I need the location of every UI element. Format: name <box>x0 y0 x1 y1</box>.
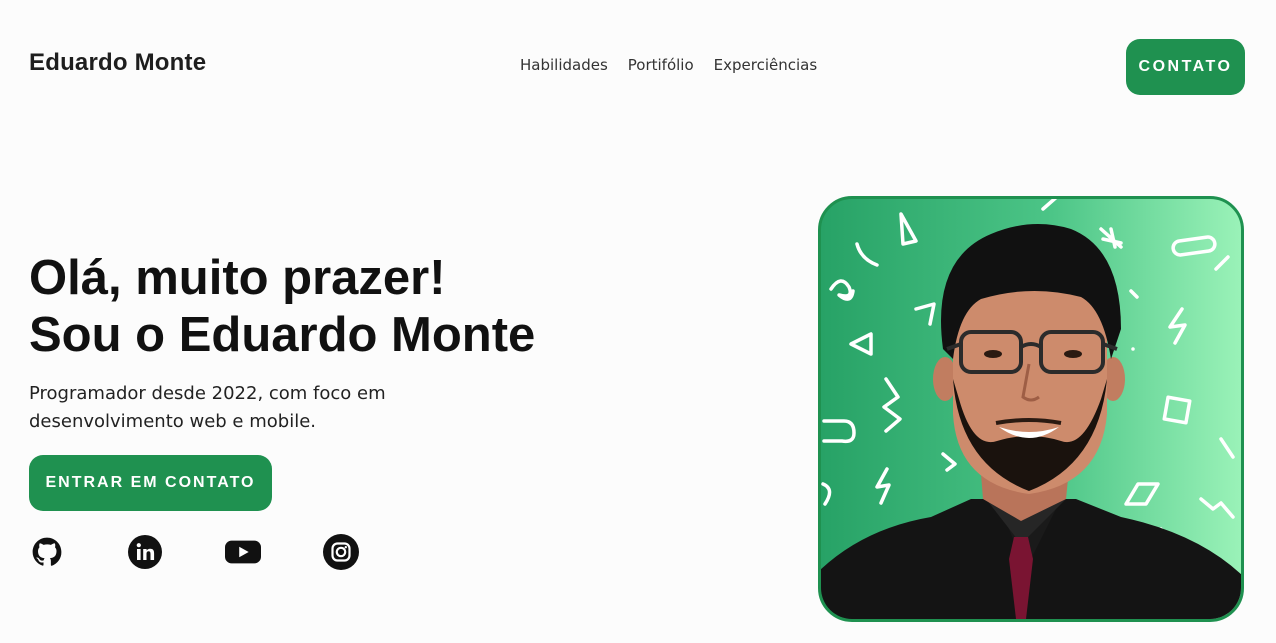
linkedin-icon[interactable] <box>127 534 163 570</box>
hero-subtitle-line-1: Programador desde 2022, com foco em <box>29 383 386 404</box>
youtube-icon[interactable] <box>225 534 261 570</box>
social-links <box>29 534 359 570</box>
hero-subtitle-line-2: desenvolvimento web e mobile. <box>29 411 316 432</box>
nav-experciencias[interactable]: Experciências <box>714 56 818 74</box>
main-nav: Habilidades Portifólio Experciências <box>520 56 817 74</box>
hero-title-line-2: Sou o Eduardo Monte <box>29 308 536 362</box>
nav-portifolio[interactable]: Portifólio <box>628 56 694 74</box>
github-icon[interactable] <box>29 534 65 570</box>
hero-title-line-1: Olá, muito prazer! <box>29 251 446 305</box>
contact-button[interactable]: CONTATO <box>1126 39 1245 95</box>
enter-contact-button[interactable]: ENTRAR EM CONTATO <box>29 455 272 511</box>
hero-title: Olá, muito prazer! Sou o Eduardo Monte <box>29 250 535 364</box>
instagram-icon[interactable] <box>323 534 359 570</box>
hero-subtitle: Programador desde 2022, com foco em dese… <box>29 380 449 436</box>
profile-photo <box>818 196 1244 622</box>
nav-habilidades[interactable]: Habilidades <box>520 56 608 74</box>
brand-logo[interactable]: Eduardo Monte <box>29 49 206 77</box>
